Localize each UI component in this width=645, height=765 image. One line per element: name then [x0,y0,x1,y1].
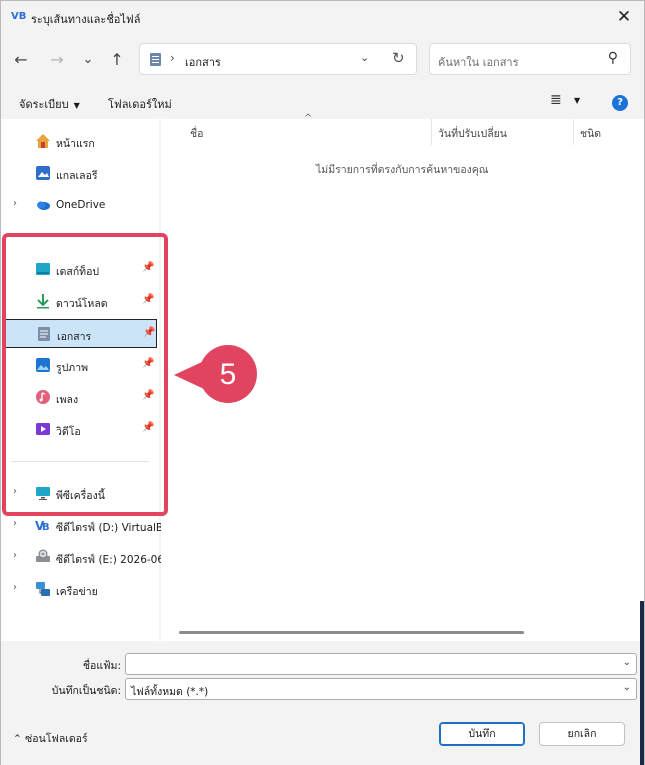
cancel-button[interactable]: ยกเลิก [539,722,625,746]
command-bar: จัดระเบียบ ▼ โฟลเดอร์ใหม่ ≣ ▼ ? [1,87,644,117]
filename-field[interactable]: ⌄ [125,653,637,675]
column-divider[interactable] [573,119,574,145]
filetype-dropdown-icon[interactable]: ⌄ [623,682,631,693]
sidebar-item-onedrive[interactable]: › OneDrive [1,192,159,218]
expand-chevron-icon[interactable]: › [13,550,17,561]
search-box[interactable]: ค้นหาใน เอกสาร ⚲ [429,43,631,75]
empty-results-message: ไม่มีรายการที่ตรงกับการค้นหาของคุณ [316,164,489,176]
svg-text:B: B [42,522,50,533]
app-logo: VB [11,11,27,22]
address-dropdown-icon[interactable]: ⌄ [360,51,369,64]
hide-folders-toggle[interactable]: ⌃ ซ่อนโฟลเดอร์ [13,730,88,747]
search-placeholder: ค้นหาใน เอกสาร [438,56,519,69]
help-icon[interactable]: ? [612,95,628,111]
filetype-select[interactable]: ไฟล์ทั้งหมด (*.*) ⌄ [125,678,637,700]
callout-number: 5 [220,358,237,391]
window-title: ระบุเส้นทางและชื่อไฟล์ [31,13,141,26]
organize-button[interactable]: จัดระเบียบ ▼ [19,95,80,113]
gallery-icon [36,166,50,180]
search-icon[interactable]: ⚲ [608,50,618,66]
column-divider[interactable] [431,119,432,145]
background-window-edge [640,601,644,765]
breadcrumb-separator-icon: › [170,51,175,65]
address-bar[interactable]: › เอกสาร ⌄ ↻ [139,43,417,75]
hide-folders-label: ซ่อนโฟลเดอร์ [25,733,88,745]
filename-dropdown-icon[interactable]: ⌄ [623,657,631,668]
back-arrow-icon[interactable]: ← [10,49,32,71]
new-folder-button[interactable]: โฟลเดอร์ใหม่ [108,95,172,113]
sidebar-item-network[interactable]: › เครือข่าย [1,576,159,602]
expand-chevron-icon[interactable]: › [13,518,17,529]
filetype-value: ไฟล์ทั้งหมด (*.*) [131,686,209,698]
view-options-icon[interactable]: ≣ [550,92,562,108]
column-header-type[interactable]: ชนิด [580,125,601,142]
sidebar-item-label: เครือข่าย [56,586,98,598]
forward-arrow-icon[interactable]: → [46,49,68,71]
expand-chevron-icon[interactable]: › [13,582,17,593]
column-header-date-modified[interactable]: วันที่ปรับเปลี่ยน [438,125,507,142]
horizontal-scrollbar[interactable] [179,631,524,634]
refresh-icon[interactable]: ↻ [392,49,405,67]
recent-locations-chevron-icon[interactable]: ⌄ [77,49,99,71]
navigation-bar: ← → ⌄ ↑ › เอกสาร ⌄ ↻ ค้นหาใน เอกสาร ⚲ [1,39,644,83]
organize-label: จัดระเบียบ [19,98,69,111]
up-arrow-icon[interactable]: ↑ [106,49,128,71]
sidebar-item-label: แกลเลอรี [56,170,98,182]
expand-chevron-icon[interactable]: › [13,198,17,209]
network-icon [36,582,50,596]
sidebar-item-label: OneDrive [56,199,106,211]
caret-up-icon: ⌃ [13,733,22,745]
filetype-label: บันทึกเป็นชนิด: [51,685,121,697]
sidebar-item-home[interactable]: หน้าแรก [1,128,159,154]
view-caret-icon[interactable]: ▼ [574,96,580,105]
sidebar-item-label: หน้าแรก [56,138,95,150]
breadcrumb-documents[interactable]: เอกสาร [185,53,221,71]
save-button[interactable]: บันทึก [439,722,525,746]
cloud-icon [37,201,50,210]
sidebar-item-cd-drive-e[interactable]: › ซีดีไดรฟ์ (E:) 2026-06 [1,544,164,570]
filename-label: ชื่อแฟ้ม: [82,660,121,672]
sidebar-item-label: ซีดีไดรฟ์ (E:) 2026-06 [56,554,165,566]
annotation-callout: 5 [174,345,257,403]
sidebar-item-label: ซีดีไดรฟ์ (D:) VirtualB [56,522,164,534]
sidebar-item-gallery[interactable]: แกลเลอรี [1,160,159,186]
save-options-panel: ชื่อแฟ้ม: ⌄ บันทึกเป็นชนิด: ไฟล์ทั้งหมด … [1,641,644,765]
caret-down-icon: ▼ [73,101,80,110]
title-bar: VB ระบุเส้นทางและชื่อไฟล์ ✕ [1,1,644,33]
home-icon [36,134,50,148]
column-header-name[interactable]: ชื่อ [190,125,203,142]
annotation-highlight-box [2,233,168,516]
cd-drive-icon: VB [35,519,50,533]
close-icon[interactable]: ✕ [612,5,636,29]
document-icon [150,53,161,66]
disc-drive-icon [36,549,50,562]
sort-ascending-icon: ^ [304,113,313,124]
